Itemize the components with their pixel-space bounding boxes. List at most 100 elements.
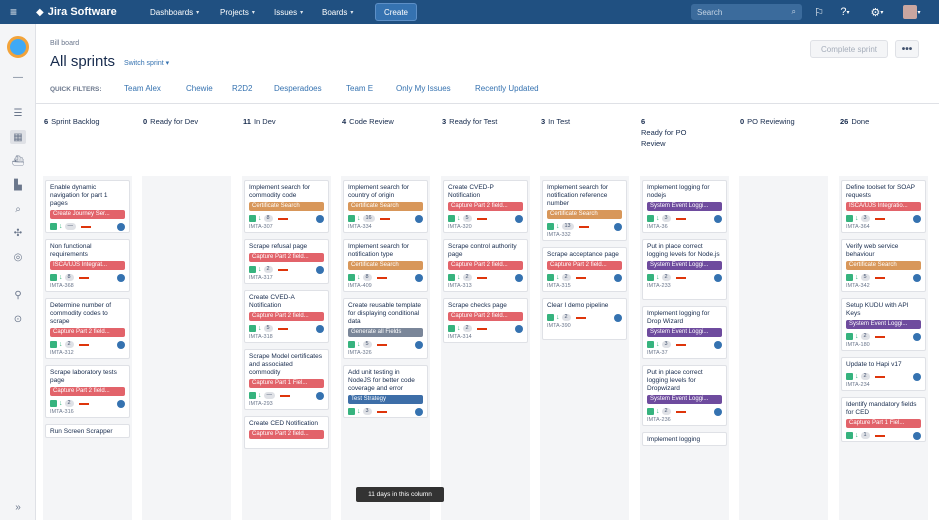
gear-icon[interactable]: ⚙ ▾ — [868, 0, 886, 24]
board-icon[interactable]: ▦ — [10, 130, 26, 144]
issue-card[interactable]: Enable dynamic navigation for part 1 pag… — [45, 180, 130, 233]
issue-card[interactable]: Put in place correct logging levels for … — [642, 365, 727, 426]
assignee-avatar[interactable] — [316, 324, 324, 333]
issue-key[interactable]: IMTA-313 — [448, 283, 523, 290]
assignee-avatar[interactable] — [415, 273, 423, 282]
issue-key[interactable]: IMTA-342 — [846, 283, 921, 290]
issue-key[interactable]: IMTA-320 — [448, 224, 523, 231]
assignee-avatar[interactable] — [913, 332, 921, 341]
assignee-avatar[interactable] — [714, 273, 722, 282]
add-people-icon[interactable]: ⚲ — [10, 288, 26, 302]
issue-key[interactable]: IMTA-316 — [50, 409, 125, 416]
project-settings-icon[interactable]: ⊙ — [10, 312, 26, 326]
issue-key[interactable]: IMTA-390 — [547, 323, 622, 330]
issue-key[interactable]: IMTA-403 — [50, 232, 125, 233]
issue-card[interactable]: Determine number of commodity codes to s… — [45, 298, 130, 359]
menu-icon[interactable]: ≡ — [10, 0, 17, 24]
nav-issues[interactable]: Issues ▾ — [274, 0, 303, 24]
breadcrumb[interactable]: Bill board — [50, 40, 79, 47]
expand-sidebar-icon[interactable]: » — [10, 500, 26, 514]
assignee-avatar[interactable] — [614, 313, 622, 322]
issue-card[interactable]: Define toolset for SOAP requests ISCA/UJS… — [841, 180, 926, 233]
filter-recently-updated[interactable]: Recently Updated — [475, 84, 539, 93]
issue-key[interactable]: IMTA-334 — [348, 224, 423, 231]
user-avatar[interactable]: ▾ — [902, 0, 922, 24]
assignee-avatar[interactable] — [714, 340, 722, 349]
help-icon[interactable]: ? ▾ — [836, 0, 854, 24]
project-avatar[interactable] — [7, 36, 29, 58]
feedback-icon[interactable]: ⚐ — [812, 0, 826, 24]
assignee-avatar[interactable] — [515, 324, 523, 333]
more-options-button[interactable]: ••• — [895, 40, 919, 58]
assignee-avatar[interactable] — [316, 214, 324, 223]
issue-card[interactable]: Create reusable template for displaying … — [343, 298, 428, 359]
issue-key[interactable]: IMTA-326 — [348, 350, 423, 357]
assignee-avatar[interactable] — [515, 273, 523, 282]
issue-card[interactable]: Implement search for notification refere… — [542, 180, 627, 241]
issue-key[interactable]: IMTA-180 — [846, 342, 921, 349]
filter-r2d2[interactable]: R2D2 — [232, 84, 252, 93]
nav-boards[interactable]: Boards ▾ — [322, 0, 353, 24]
issue-card[interactable]: Scrape Model certificates and associated… — [244, 349, 329, 410]
assignee-avatar[interactable] — [117, 399, 125, 408]
issue-card[interactable]: Run Screen Scrapper — [45, 424, 130, 438]
assignee-avatar[interactable] — [614, 273, 622, 282]
issue-key[interactable]: IMTA-36 — [647, 224, 722, 231]
issue-card[interactable]: Implement logging for nodejs System Event… — [642, 180, 727, 233]
issue-card[interactable]: Identify mandatory fields for CED Capture… — [841, 397, 926, 442]
issue-card[interactable]: Implement search for notification type Ce… — [343, 239, 428, 292]
assignee-avatar[interactable] — [316, 265, 324, 274]
components-icon[interactable]: ✣ — [10, 226, 26, 240]
issue-key[interactable]: IMTA-318 — [249, 334, 324, 341]
issue-card[interactable]: Implement search for commodity code Certi… — [244, 180, 329, 233]
issue-card[interactable]: Scrape acceptance page Capture Part 2 fie… — [542, 247, 627, 292]
issue-key[interactable]: IMTA-312 — [50, 350, 125, 357]
nav-dashboards[interactable]: Dashboards ▾ — [150, 0, 199, 24]
issue-key[interactable]: IMTA-368 — [50, 283, 125, 290]
assignee-avatar[interactable] — [913, 431, 921, 440]
issue-card[interactable]: Clear I demo pipeline ↓ 2 IMTA-390 — [542, 298, 627, 340]
assignee-avatar[interactable] — [515, 214, 523, 223]
issue-key[interactable]: IMTA-314 — [448, 334, 523, 341]
issue-card[interactable]: Implement logging for Drop Wizard System … — [642, 306, 727, 359]
issue-key[interactable]: IMTA-307 — [249, 224, 324, 231]
issue-card[interactable]: Scrape laboratory tests page Capture Part… — [45, 365, 130, 418]
settings-icon[interactable]: ◎ — [10, 250, 26, 264]
assignee-avatar[interactable] — [913, 372, 921, 381]
filter-chewie[interactable]: Chewie — [186, 84, 213, 93]
issue-key[interactable]: IMTA-364 — [846, 224, 921, 231]
issue-card[interactable]: Create CVED-A Notification Capture Part 2… — [244, 290, 329, 343]
issue-key[interactable]: IMTA-233 — [647, 283, 722, 290]
issue-card[interactable]: Implement search for country of origin Ce… — [343, 180, 428, 233]
assignee-avatar[interactable] — [117, 340, 125, 349]
assignee-avatar[interactable] — [913, 214, 921, 223]
complete-sprint-button[interactable]: Complete sprint — [810, 40, 888, 58]
search-input[interactable]: Search ⌕ — [691, 4, 802, 20]
reports-icon[interactable]: ▙ — [10, 178, 26, 192]
backlog-icon[interactable]: ☰ — [10, 106, 26, 120]
issue-key[interactable]: IMTA-332 — [547, 232, 622, 239]
issue-card[interactable]: Scrape checks page Capture Part 2 field..… — [443, 298, 528, 343]
jira-logo[interactable]: ◆ Jira Software — [36, 0, 117, 24]
assignee-avatar[interactable] — [415, 214, 423, 223]
assignee-avatar[interactable] — [316, 391, 324, 400]
releases-icon[interactable]: ⛴ — [10, 154, 26, 168]
filter-team-alex[interactable]: Team Alex — [124, 84, 161, 93]
issue-key[interactable]: IMTA-293 — [249, 401, 324, 408]
collapse-icon[interactable]: — — [10, 70, 26, 84]
assignee-avatar[interactable] — [614, 222, 622, 231]
assignee-avatar[interactable] — [117, 222, 125, 231]
issue-card[interactable]: Update to Hapi v17 ↓ 2 IMTA-234 — [841, 357, 926, 391]
filter-team-e[interactable]: Team E — [346, 84, 373, 93]
nav-projects[interactable]: Projects ▾ — [220, 0, 255, 24]
switch-sprint-link[interactable]: Switch sprint ▾ — [124, 59, 169, 67]
issue-key[interactable]: IMTA-317 — [249, 275, 324, 282]
create-button[interactable]: Create — [375, 3, 417, 21]
assignee-avatar[interactable] — [714, 214, 722, 223]
issue-key[interactable]: IMTA-234 — [846, 382, 921, 389]
filter-only-my-issues[interactable]: Only My Issues — [396, 84, 451, 93]
assignee-avatar[interactable] — [415, 340, 423, 349]
issue-card[interactable]: Verify web service behaviour Certificate … — [841, 239, 926, 292]
issues-icon[interactable]: ⌕ — [10, 202, 26, 216]
issue-card[interactable]: Add unit testing in NodeJS for better co… — [343, 365, 428, 418]
